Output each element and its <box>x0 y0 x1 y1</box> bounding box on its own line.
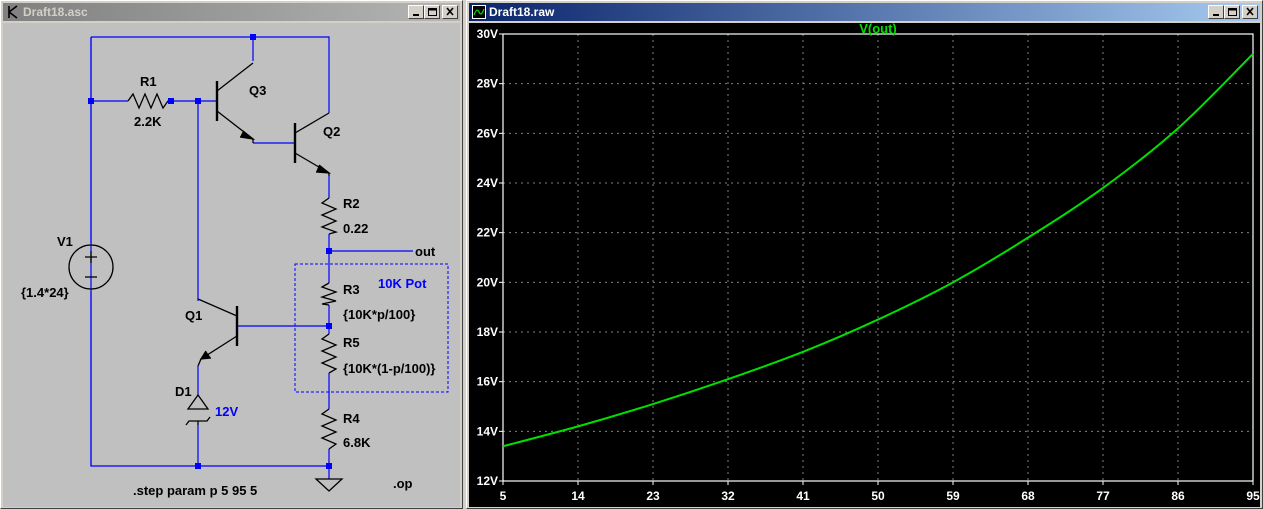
schematic-canvas[interactable]: R1 2.2K Q3 Q2 R2 0.22 out 10K Pot R3 {10… <box>3 23 460 507</box>
label-r5: R5 <box>343 335 360 350</box>
label-v1: V1 <box>57 234 73 249</box>
restore-icon <box>1228 8 1237 16</box>
spice-directive-op: .op <box>393 476 413 491</box>
y-tick-label: 20V <box>477 275 498 289</box>
label-r3: R3 <box>343 282 360 297</box>
y-tick-label: 28V <box>477 77 498 91</box>
close-icon <box>1246 7 1254 16</box>
label-v1-value: {1.4*24} <box>21 285 69 300</box>
plot-close-button[interactable] <box>1242 5 1258 19</box>
spice-directive-step: .step param p 5 95 5 <box>133 483 257 498</box>
label-r5-value: {10K*(1-p/100)} <box>343 361 436 376</box>
waveform-icon <box>472 5 486 19</box>
x-tick-label: 77 <box>1096 489 1110 503</box>
x-tick-label: 32 <box>721 489 735 503</box>
plot-minimize-button[interactable] <box>1208 5 1224 19</box>
x-tick-label: 86 <box>1171 489 1185 503</box>
trace-label-vout[interactable]: V(out) <box>859 23 897 36</box>
x-tick-label: 5 <box>500 489 507 503</box>
label-out: out <box>415 244 436 259</box>
label-r3-value: {10K*p/100} <box>343 307 415 322</box>
waveform-plot[interactable]: 12V 14V 16V 18V 20V 22V 24V 26V 28V 30V 5 14 23 32 41… <box>469 23 1260 507</box>
label-q3: Q3 <box>249 83 266 98</box>
minimize-icon <box>1213 14 1219 16</box>
minimize-icon <box>413 14 419 16</box>
label-pot: 10K Pot <box>378 276 427 291</box>
plot-restore-button[interactable] <box>1224 5 1240 19</box>
schematic-window[interactable]: Draft18.asc R1 2.2K Q3 Q2 R2 0.22 out 10… <box>0 0 463 509</box>
restore-button[interactable] <box>424 5 440 19</box>
label-q1: Q1 <box>185 308 202 323</box>
label-r1-value: 2.2K <box>134 114 162 129</box>
y-tick-label: 18V <box>477 325 498 339</box>
x-tick-label: 41 <box>796 489 810 503</box>
x-tick-label: 95 <box>1246 489 1260 503</box>
y-tick-label: 12V <box>477 474 498 488</box>
label-r4-value: 6.8K <box>343 435 371 450</box>
close-button[interactable] <box>442 5 458 19</box>
label-r1: R1 <box>140 74 157 89</box>
y-tick-label: 14V <box>477 424 498 438</box>
x-tick-label: 14 <box>571 489 585 503</box>
x-tick-label: 68 <box>1021 489 1035 503</box>
label-r4: R4 <box>343 411 360 426</box>
x-tick-label: 23 <box>646 489 660 503</box>
label-q2: Q2 <box>323 124 340 139</box>
schematic-window-title: Draft18.asc <box>23 5 88 19</box>
y-tick-label: 24V <box>477 176 498 190</box>
y-tick-label: 22V <box>477 226 498 240</box>
x-tick-label: 59 <box>946 489 960 503</box>
y-tick-label: 16V <box>477 375 498 389</box>
label-d1-value: 12V <box>215 404 238 419</box>
label-d1: D1 <box>175 384 192 399</box>
schematic-titlebar[interactable]: Draft18.asc <box>3 3 460 21</box>
plot-titlebar[interactable]: Draft18.raw <box>469 3 1260 21</box>
plot-window-title: Draft18.raw <box>489 5 555 19</box>
y-tick-label: 30V <box>477 27 498 41</box>
close-icon <box>446 7 454 16</box>
y-tick-label: 26V <box>477 126 498 140</box>
label-r2-value: 0.22 <box>343 221 368 236</box>
minimize-button[interactable] <box>408 5 424 19</box>
plot-window[interactable]: Draft18.raw 12V 14V 16V 18V 20V 22V 24V 26V 28V 3… <box>466 0 1263 509</box>
ltspice-schematic-icon <box>8 5 18 19</box>
label-r2: R2 <box>343 196 360 211</box>
x-tick-label: 50 <box>871 489 885 503</box>
restore-icon <box>428 8 437 16</box>
